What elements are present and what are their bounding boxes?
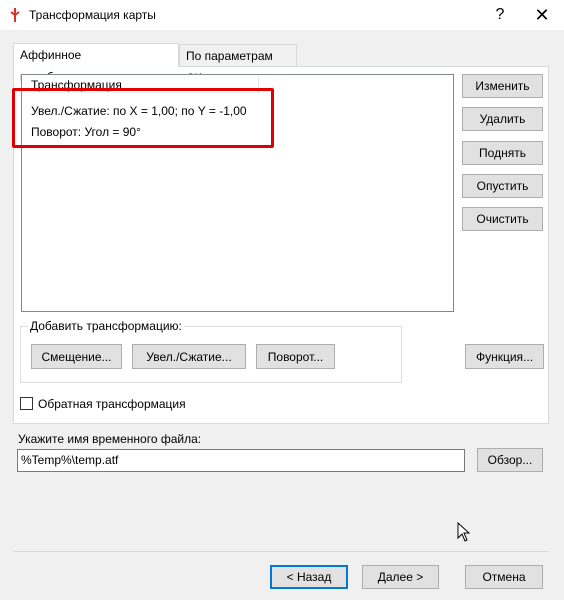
delete-button[interactable]: Удалить xyxy=(462,107,543,131)
footer-separator xyxy=(13,551,549,552)
scale-button[interactable]: Увел./Сжатие... xyxy=(132,344,246,369)
edit-button[interactable]: Изменить xyxy=(462,74,543,98)
tab-affine[interactable]: Аффинное преобразование xyxy=(13,43,179,84)
browse-button[interactable]: Обзор... xyxy=(477,448,543,472)
window-title: Трансформация карты xyxy=(29,8,156,22)
close-button[interactable]: ✕ xyxy=(528,2,556,28)
move-up-button[interactable]: Поднять xyxy=(462,141,543,165)
highlight-annotation xyxy=(12,88,274,148)
help-button[interactable]: ? xyxy=(488,2,512,28)
temp-file-input[interactable]: %Temp%\temp.atf xyxy=(17,449,465,472)
move-down-button[interactable]: Опустить xyxy=(462,174,543,198)
cancel-button[interactable]: Отмена xyxy=(465,565,543,589)
inverse-checkbox[interactable] xyxy=(20,397,33,410)
mouse-cursor-icon xyxy=(457,521,471,545)
app-icon xyxy=(9,7,21,23)
clear-button[interactable]: Очистить xyxy=(462,207,543,231)
tab-cs-params[interactable]: По параметрам СК xyxy=(179,44,297,85)
function-button[interactable]: Функция... xyxy=(465,344,544,369)
rotate-button[interactable]: Поворот... xyxy=(256,344,335,369)
add-transform-label: Добавить трансформацию: xyxy=(28,319,184,333)
inverse-checkbox-label[interactable]: Обратная трансформация xyxy=(38,397,186,411)
next-button[interactable]: Далее > xyxy=(362,565,439,589)
shift-button[interactable]: Смещение... xyxy=(31,344,122,369)
back-button[interactable]: < Назад xyxy=(270,565,348,589)
temp-file-label: Укажите имя временного файла: xyxy=(18,432,202,446)
